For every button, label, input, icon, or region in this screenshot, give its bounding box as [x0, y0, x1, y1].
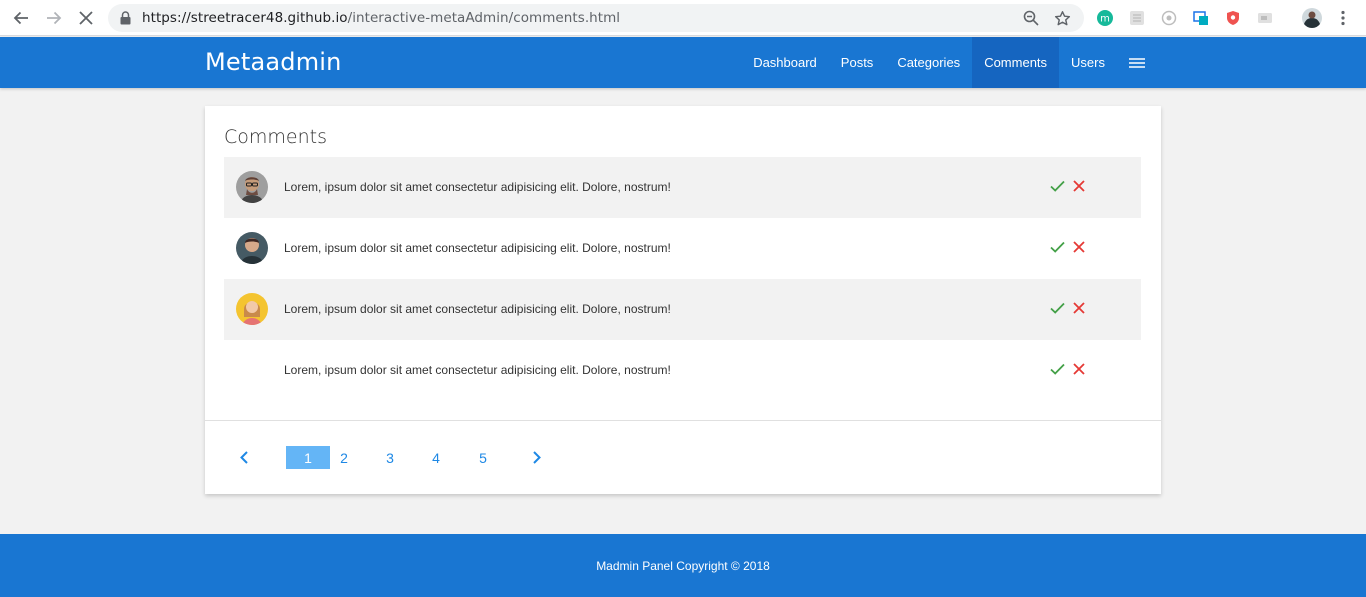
- close-icon[interactable]: [1070, 177, 1088, 195]
- avatar: [236, 171, 268, 203]
- nav-item-dashboard[interactable]: Dashboard: [741, 37, 829, 88]
- comment-row: Lorem, ipsum dolor sit amet consectetur …: [224, 157, 1141, 218]
- divider: [205, 420, 1161, 421]
- url-host: https://streetracer48.github.io: [142, 10, 348, 26]
- extension-gear-icon[interactable]: [1160, 9, 1178, 27]
- brand-title[interactable]: Metaadmin: [205, 48, 342, 76]
- nav-item-users[interactable]: Users: [1059, 37, 1117, 88]
- star-icon[interactable]: [1053, 9, 1071, 27]
- page-link-5[interactable]: 5: [472, 446, 494, 469]
- extension-grid-icon[interactable]: [1128, 9, 1146, 27]
- chevron-right-icon[interactable]: [528, 446, 546, 469]
- avatar: [236, 293, 268, 325]
- address-url[interactable]: https://streetracer48.github.io/interact…: [142, 10, 620, 26]
- extension-m-icon[interactable]: m: [1096, 9, 1114, 27]
- lock-icon: [120, 11, 131, 30]
- check-icon[interactable]: [1048, 238, 1066, 256]
- close-icon[interactable]: [1070, 238, 1088, 256]
- page-link-1[interactable]: 1: [286, 446, 330, 469]
- address-bar[interactable]: https://streetracer48.github.io/interact…: [108, 4, 1084, 32]
- browser-toolbar: https://streetracer48.github.io/interact…: [0, 0, 1366, 36]
- url-path: /interactive-metaAdmin/comments.html: [347, 10, 621, 26]
- extension-screen-icon[interactable]: [1192, 9, 1210, 27]
- forward-arrow-icon[interactable]: [44, 8, 64, 28]
- check-icon[interactable]: [1048, 360, 1066, 378]
- svg-text:m: m: [1100, 14, 1110, 25]
- nav-item-categories[interactable]: Categories: [885, 37, 972, 88]
- comment-row: Lorem, ipsum dolor sit amet consectetur …: [224, 279, 1141, 340]
- close-icon[interactable]: [1070, 360, 1088, 378]
- comment-text: Lorem, ipsum dolor sit amet consectetur …: [284, 180, 671, 194]
- nav-item-comments[interactable]: Comments: [972, 37, 1060, 88]
- back-arrow-icon[interactable]: [11, 8, 31, 28]
- comments-card: Comments Lorem, ipsum dolor sit amet con…: [205, 106, 1161, 494]
- pagination: 1 2 3 4 5: [205, 446, 1161, 470]
- profile-avatar-icon[interactable]: [1302, 8, 1322, 28]
- check-icon[interactable]: [1048, 299, 1066, 317]
- app-navbar: Metaadmin Dashboard Posts Categories Com…: [0, 37, 1366, 88]
- comment-text: Lorem, ipsum dolor sit amet consectetur …: [284, 302, 671, 316]
- comment-row: Lorem, ipsum dolor sit amet consectetur …: [224, 218, 1141, 279]
- comment-row: Lorem, ipsum dolor sit amet consectetur …: [224, 340, 1141, 401]
- nav-menu: Dashboard Posts Categories Comments User…: [741, 37, 1161, 88]
- footer-copyright: Madmin Panel Copyright © 2018: [596, 559, 770, 573]
- extension-shield-icon[interactable]: [1224, 9, 1242, 27]
- page-link-4[interactable]: 4: [425, 446, 447, 469]
- extension-cast-icon[interactable]: [1256, 9, 1274, 27]
- stop-loading-icon[interactable]: [76, 8, 96, 28]
- page-link-2[interactable]: 2: [333, 446, 355, 469]
- nav-item-posts[interactable]: Posts: [829, 37, 886, 88]
- avatar: [236, 232, 268, 264]
- check-icon[interactable]: [1048, 177, 1066, 195]
- close-icon[interactable]: [1070, 299, 1088, 317]
- card-title: Comments: [224, 126, 327, 148]
- page-footer: Madmin Panel Copyright © 2018: [0, 534, 1366, 597]
- hamburger-icon[interactable]: [1117, 37, 1161, 88]
- avatar: [236, 354, 268, 386]
- comments-list: Lorem, ipsum dolor sit amet consectetur …: [224, 157, 1141, 401]
- comment-text: Lorem, ipsum dolor sit amet consectetur …: [284, 241, 671, 255]
- page-link-3[interactable]: 3: [379, 446, 401, 469]
- more-vert-icon[interactable]: [1334, 9, 1352, 27]
- chevron-left-icon[interactable]: [235, 446, 253, 469]
- zoom-icon[interactable]: [1022, 9, 1040, 27]
- comment-text: Lorem, ipsum dolor sit amet consectetur …: [284, 363, 671, 377]
